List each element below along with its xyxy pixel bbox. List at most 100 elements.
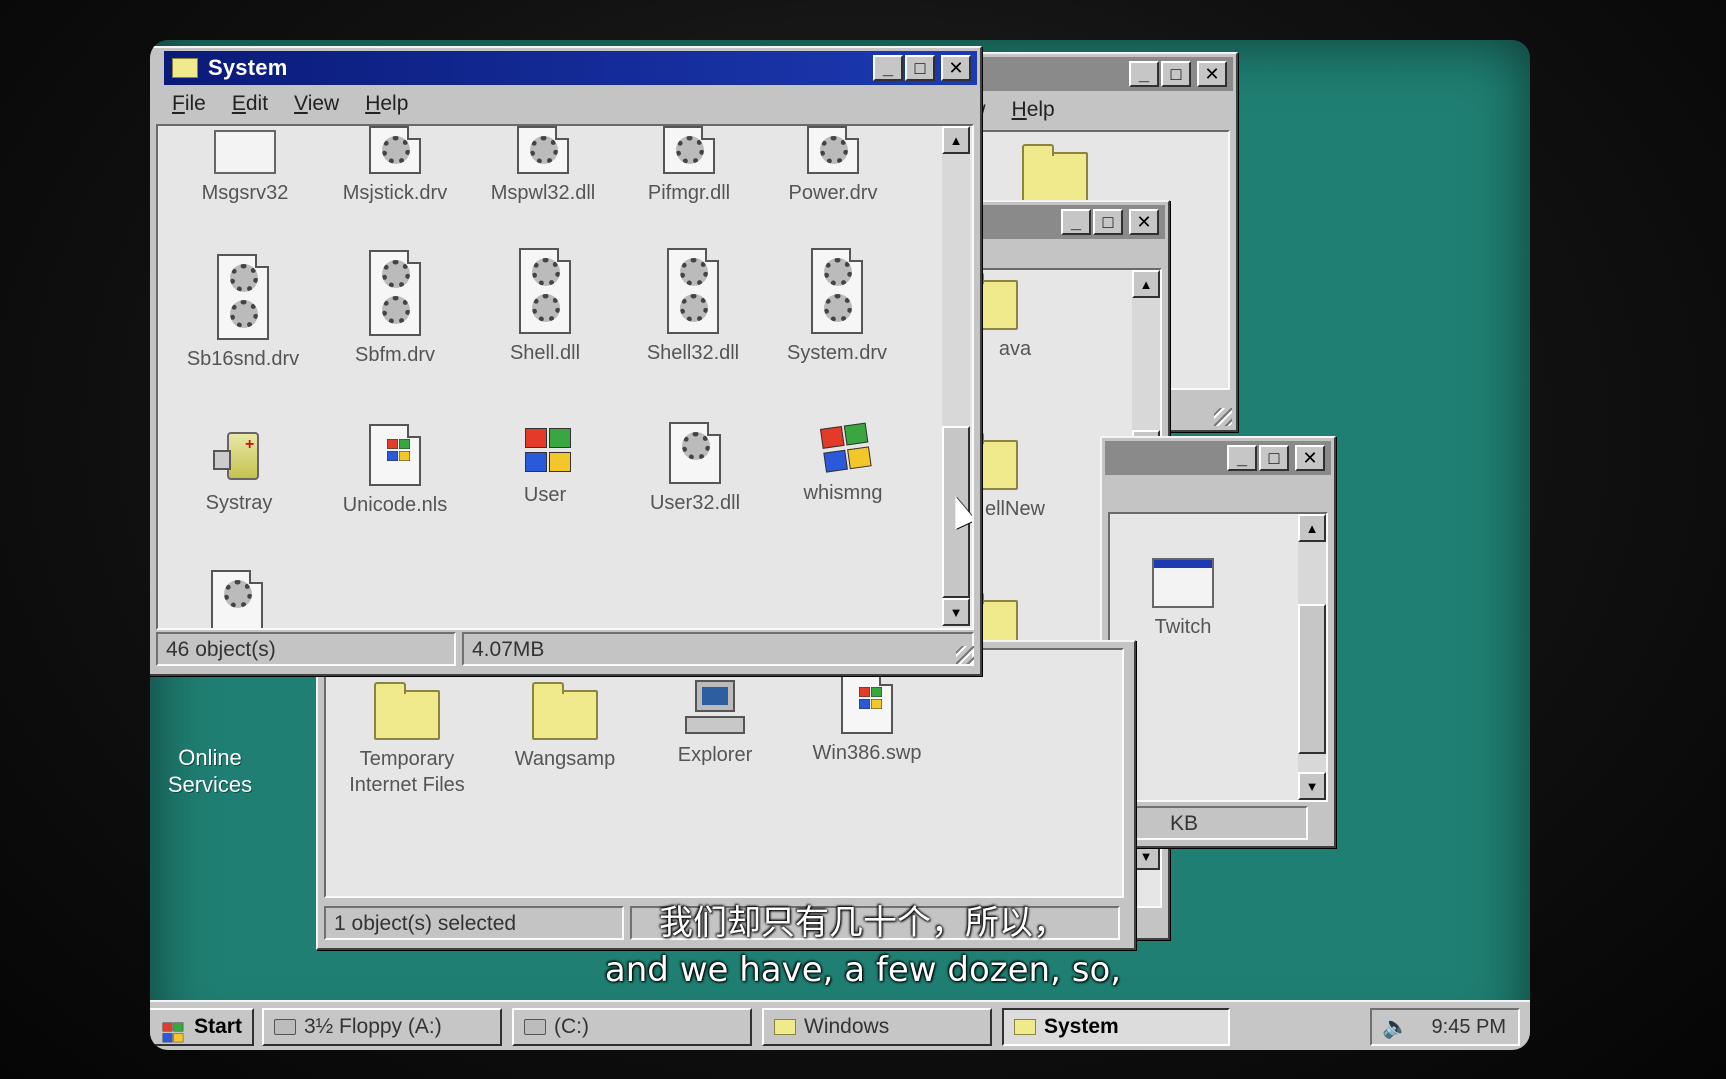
file-pane: Twitch ▲ ▼ [1108, 512, 1328, 802]
file-item[interactable]: Msjstick.drv [320, 126, 470, 206]
item-explorer[interactable]: Explorer [640, 680, 790, 768]
gear-document-icon [517, 126, 569, 174]
file-item[interactable]: Sb16snd.drv [168, 254, 318, 372]
subtitle-chinese: 我们却只有几十个，所以， [659, 903, 1067, 943]
menu-edit[interactable]: Edit [232, 92, 268, 116]
computer-icon [685, 680, 745, 736]
menu-help[interactable]: Help [365, 92, 408, 116]
folder-icon [374, 682, 440, 740]
status-bar: KB [1108, 806, 1318, 840]
online-services-label[interactable]: Online Services [150, 744, 270, 798]
battery-icon: + [213, 426, 265, 484]
item-win386-swp[interactable]: Win386.swp [792, 672, 942, 766]
system-window[interactable]: System _ □ ✕ File Edit View Help Msgsrv3… [150, 46, 982, 676]
file-item[interactable]: Msgsrv32 [170, 130, 320, 206]
file-label: Msjstick.drv [342, 182, 448, 204]
scroll-up-button[interactable]: ▲ [942, 126, 970, 154]
menu-file[interactable]: File [172, 92, 206, 116]
file-label: User32.dll [649, 492, 741, 514]
scroll-up-button[interactable]: ▲ [1298, 514, 1326, 542]
gear-document-icon [669, 422, 721, 484]
floppy-drive-icon [274, 1019, 296, 1035]
taskbar-button-system[interactable]: System [1002, 1008, 1230, 1046]
file-label: Mspwl32.dll [490, 182, 596, 204]
folder-item-temporary-internet-files[interactable]: Temporary Internet Files [332, 682, 482, 798]
minimize-button[interactable]: _ [1061, 209, 1091, 235]
maximize-button[interactable]: □ [1259, 445, 1289, 471]
windows-document-icon [841, 672, 893, 734]
taskbar-button-c-drive[interactable]: (C:) [512, 1008, 752, 1046]
item-label: Temporary Internet Files [349, 748, 465, 796]
file-label: Shell32.dll [646, 342, 740, 364]
speaker-icon[interactable]: 🔈 [1382, 1014, 1409, 1040]
maximize-button[interactable]: □ [1093, 209, 1123, 235]
file-item[interactable]: System.drv [762, 248, 912, 366]
file-label: Sbfm.drv [354, 344, 436, 366]
maximize-button[interactable]: □ [1161, 61, 1191, 87]
file-item[interactable]: User32.dll [620, 422, 770, 516]
scroll-down-button[interactable]: ▼ [1298, 772, 1326, 800]
taskbar-button-windows[interactable]: Windows [762, 1008, 992, 1046]
menubar: File Edit View Help [164, 88, 974, 120]
file-item[interactable]: Sbfm.drv [320, 250, 470, 368]
file-item[interactable]: Pifmgr.dll [614, 126, 764, 206]
gear-document-icon [663, 126, 715, 174]
status-bar: 46 object(s) 4.07MB [156, 632, 974, 666]
windows-document-icon [369, 424, 421, 486]
vertical-scrollbar[interactable]: ▲ ▼ [942, 126, 970, 626]
scroll-up-button[interactable]: ▲ [1132, 270, 1160, 298]
close-button[interactable]: ✕ [1295, 445, 1325, 471]
scroll-down-button[interactable]: ▼ [942, 598, 970, 626]
minimize-button[interactable]: _ [1129, 61, 1159, 87]
close-button[interactable]: ✕ [1197, 61, 1227, 87]
resize-grip[interactable] [956, 646, 974, 664]
file-item[interactable] [162, 570, 312, 628]
menu-help[interactable]: Help [1012, 98, 1055, 122]
folder-icon [532, 682, 598, 740]
taskbar-button-floppy[interactable]: 3½ Floppy (A:) [262, 1008, 502, 1046]
folder-icon [1022, 144, 1088, 202]
close-button[interactable]: ✕ [941, 55, 971, 81]
status-object-count: 46 object(s) [156, 632, 456, 666]
item-label: Twitch [1154, 616, 1212, 638]
file-item[interactable]: User [470, 426, 620, 508]
taskbar-label: (C:) [554, 1015, 589, 1038]
folder-item[interactable] [980, 144, 1130, 202]
file-label: Shell.dll [509, 342, 581, 364]
file-item[interactable]: Shell.dll [470, 248, 620, 366]
titlebar[interactable]: _ □ ✕ [1105, 441, 1331, 475]
file-item[interactable]: Mspwl32.dll [468, 126, 618, 206]
file-item[interactable]: Shell32.dll [618, 248, 768, 366]
resize-grip[interactable] [1214, 408, 1232, 426]
file-pane: Temporary Internet Files Wangsamp Explor… [324, 648, 1124, 898]
file-item[interactable]: Unicode.nls [320, 424, 470, 518]
windows-flag-icon [812, 420, 874, 477]
subtitle-english: and we have, a few dozen, so, [604, 950, 1122, 990]
taskbar-label: 3½ Floppy (A:) [304, 1015, 442, 1038]
scroll-thumb[interactable] [1298, 604, 1326, 754]
gear-document-icon [667, 248, 719, 334]
titlebar[interactable]: System _ □ ✕ [164, 51, 977, 85]
status-size: KB [1108, 806, 1308, 840]
window-title: System [208, 55, 288, 80]
gear-document-icon [211, 570, 263, 628]
folder-item-wangsamp[interactable]: Wangsamp [490, 682, 640, 772]
minimize-button[interactable]: _ [873, 55, 903, 81]
clock[interactable]: 9:45 PM [1432, 1016, 1506, 1039]
item-twitch[interactable]: Twitch [1110, 558, 1258, 640]
minimize-button[interactable]: _ [1227, 445, 1257, 471]
window-icon [1152, 558, 1214, 608]
menu-view[interactable]: View [294, 92, 339, 116]
windows-logo-icon [517, 426, 573, 476]
file-item[interactable]: + Systray [164, 426, 314, 516]
file-label: Systray [205, 492, 273, 514]
taskbar: Start 3½ Floppy (A:) (C:) Windows System… [150, 1000, 1530, 1050]
start-button[interactable]: Start [150, 1008, 254, 1046]
close-button[interactable]: ✕ [1129, 209, 1159, 235]
maximize-button[interactable]: □ [905, 55, 935, 81]
vertical-scrollbar[interactable]: ▲ ▼ [1298, 514, 1326, 800]
file-item[interactable]: Power.drv [758, 126, 908, 206]
file-label: whismng [803, 482, 883, 504]
file-item[interactable]: whismng [768, 422, 918, 506]
file-label: Power.drv [788, 182, 878, 204]
